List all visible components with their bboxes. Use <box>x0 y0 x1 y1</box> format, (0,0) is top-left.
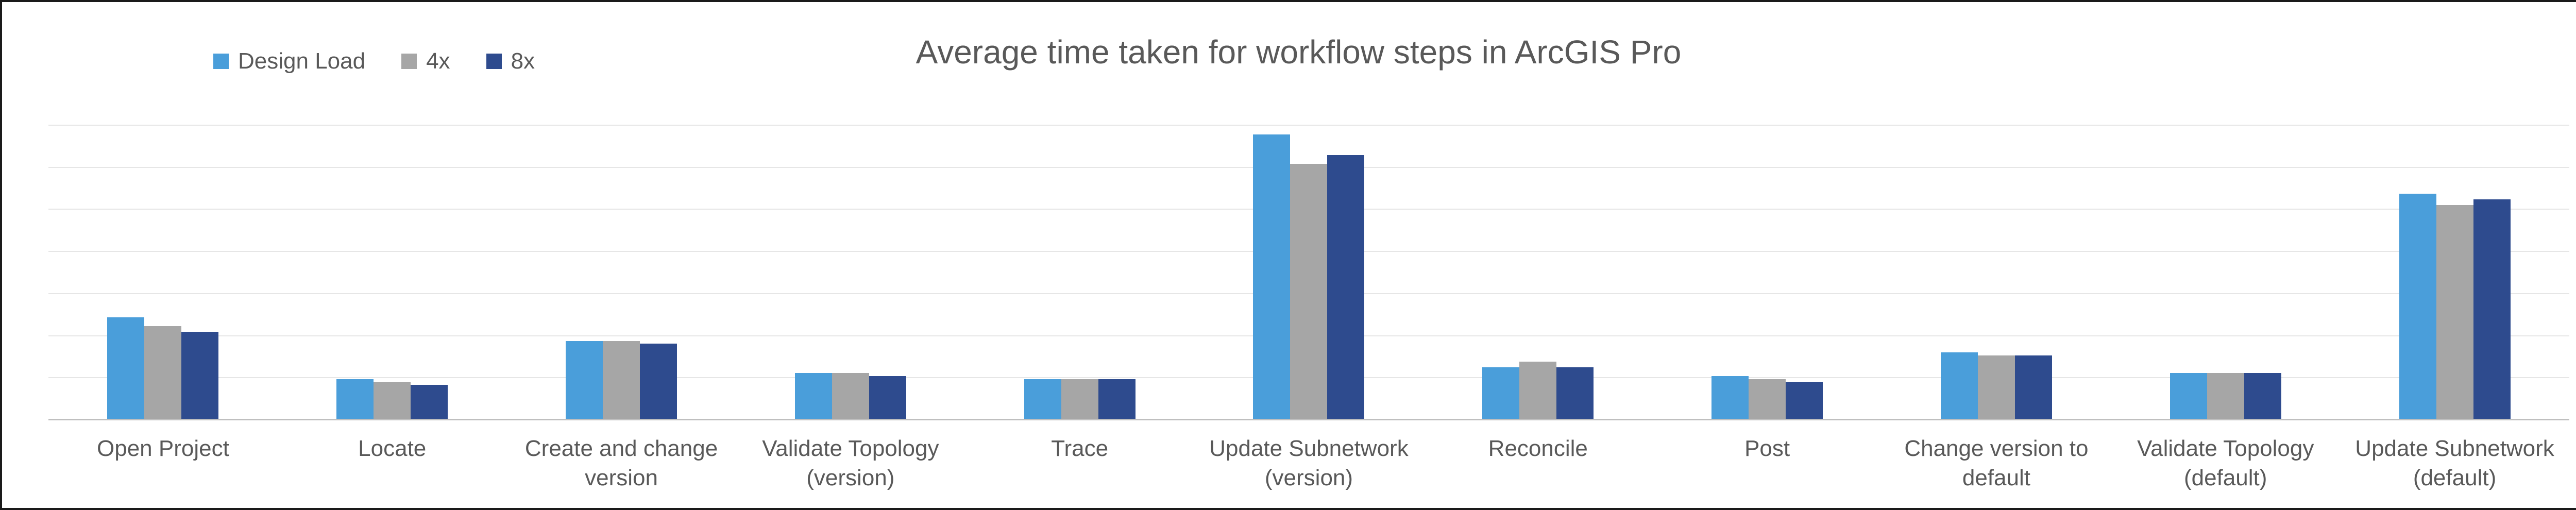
bar-group <box>1653 126 1882 420</box>
bar <box>640 344 677 420</box>
bar <box>1519 362 1556 420</box>
bar-group <box>965 126 1194 420</box>
bar <box>2170 373 2207 420</box>
bar <box>1024 379 1061 420</box>
bar-group <box>1423 126 1653 420</box>
bar <box>1978 355 2015 420</box>
bar <box>107 317 144 420</box>
bar-group <box>48 126 278 420</box>
bar-group <box>507 126 736 420</box>
x-axis-line <box>48 419 2569 420</box>
x-axis-label: Open Project <box>48 434 278 492</box>
bar-group <box>2111 126 2340 420</box>
bar <box>1327 155 1364 420</box>
bar <box>1749 379 1786 420</box>
bar <box>832 373 869 420</box>
bar <box>1556 367 1594 420</box>
bar <box>374 382 411 420</box>
bar <box>603 341 640 420</box>
x-axis-label: Update Subnetwork (version) <box>1194 434 1423 492</box>
bar-group <box>278 126 507 420</box>
bar <box>1941 352 1978 420</box>
chart-title: Average time taken for workflow steps in… <box>2 33 2576 71</box>
bar-group <box>1882 126 2111 420</box>
x-axis-label: Change version to default <box>1882 434 2111 492</box>
bar <box>2207 373 2244 420</box>
x-axis-label: Create and change version <box>507 434 736 492</box>
bar <box>2399 194 2436 420</box>
x-axis-label: Trace <box>965 434 1194 492</box>
x-axis-label: Validate Topology (version) <box>736 434 965 492</box>
bar <box>1786 382 1823 420</box>
chart-header: Design Load 4x 8x Average time taken for… <box>2 33 2576 95</box>
bar <box>2473 199 2511 420</box>
bar <box>411 385 448 420</box>
bar <box>869 376 906 420</box>
bar <box>1253 134 1290 420</box>
x-axis-label: Update Subnetwork (default) <box>2340 434 2569 492</box>
bar <box>2244 373 2281 420</box>
bar <box>1711 376 1749 420</box>
bar <box>1061 379 1098 420</box>
x-axis-labels: Open ProjectLocateCreate and change vers… <box>48 434 2569 492</box>
x-axis-label: Post <box>1653 434 1882 492</box>
bar <box>144 326 181 420</box>
bar-groups <box>48 126 2569 420</box>
bar <box>566 341 603 420</box>
bar-group <box>1194 126 1423 420</box>
plot-area <box>48 126 2569 420</box>
bar-group <box>2340 126 2569 420</box>
bar <box>1482 367 1519 420</box>
x-axis-label: Reconcile <box>1423 434 1653 492</box>
bar <box>1290 164 1327 420</box>
bar-group <box>736 126 965 420</box>
x-axis-label: Validate Topology (default) <box>2111 434 2340 492</box>
bar <box>2436 205 2473 420</box>
bar <box>336 379 374 420</box>
bar <box>181 332 218 420</box>
x-axis-label: Locate <box>278 434 507 492</box>
bar <box>795 373 832 420</box>
bar <box>2015 355 2052 420</box>
bar <box>1098 379 1136 420</box>
chart-frame: Design Load 4x 8x Average time taken for… <box>0 0 2576 510</box>
